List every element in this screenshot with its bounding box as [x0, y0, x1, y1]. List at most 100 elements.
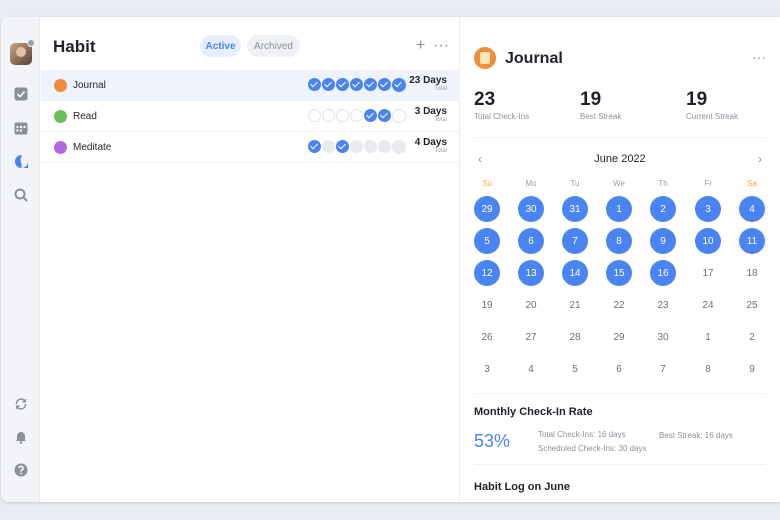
calendar-day[interactable]: 28 [562, 324, 588, 350]
weekday-label: Sa [747, 179, 757, 188]
calendar-day[interactable]: 1 [606, 196, 632, 222]
calendar-icon[interactable] [12, 119, 30, 137]
stat-value: 19 [580, 89, 602, 110]
checkin-done-icon[interactable] [364, 109, 377, 122]
calendar-day[interactable]: 3 [474, 356, 500, 382]
weekday-label: We [613, 179, 625, 188]
checkin-done-icon[interactable] [336, 78, 349, 91]
calendar-day[interactable]: 22 [606, 292, 632, 318]
checkin-done-icon[interactable] [308, 78, 321, 91]
detail-more-button[interactable]: ··· [752, 49, 766, 65]
habit-name: Meditate [73, 142, 112, 153]
calendar-day[interactable]: 6 [606, 356, 632, 382]
checkin-rate-value: 53% [474, 431, 511, 451]
calendar-day[interactable]: 20 [518, 292, 544, 318]
calendar-day[interactable]: 29 [606, 324, 632, 350]
checkin-empty-icon[interactable] [308, 109, 321, 122]
divider [474, 464, 766, 465]
calendar-day[interactable]: 26 [474, 324, 500, 350]
bell-icon[interactable] [12, 428, 30, 446]
checkin-done-icon[interactable] [308, 140, 321, 153]
habit-days-label: Total [434, 148, 447, 154]
calendar-day[interactable]: 4 [739, 196, 765, 222]
calendar-day[interactable]: 30 [518, 196, 544, 222]
habit-row[interactable]: Journal 23 Days Total [41, 70, 460, 101]
calendar-day[interactable]: 2 [650, 196, 676, 222]
checkin-empty-icon[interactable] [350, 140, 363, 153]
calendar-day[interactable]: 24 [695, 292, 721, 318]
checkin-empty-icon[interactable] [392, 109, 406, 123]
add-habit-button[interactable]: + [416, 37, 425, 55]
checkin-done-icon[interactable] [350, 78, 363, 91]
calendar-day[interactable]: 29 [474, 196, 500, 222]
habit-days-label: Total [434, 117, 447, 123]
calendar-day[interactable]: 8 [606, 228, 632, 254]
help-icon[interactable] [12, 461, 30, 479]
checkin-rate-title: Monthly Check-In Rate [474, 406, 593, 418]
calendar-day[interactable]: 16 [650, 260, 676, 286]
checkin-done-icon[interactable] [378, 78, 391, 91]
calendar-day[interactable]: 30 [650, 324, 676, 350]
calendar-day[interactable]: 5 [562, 356, 588, 382]
meditate-habit-icon [54, 141, 67, 154]
stat-total-checkins: 23 Total Check-Ins [474, 89, 529, 121]
calendar-day[interactable]: 9 [650, 228, 676, 254]
rate-scheduled-checkins: Scheduled Check-Ins: 30 days [538, 444, 647, 453]
more-options-button[interactable]: ··· [433, 37, 449, 55]
calendar-day[interactable]: 15 [606, 260, 632, 286]
calendar-day[interactable]: 23 [650, 292, 676, 318]
calendar-day[interactable]: 7 [650, 356, 676, 382]
tab-active[interactable]: Active [200, 35, 241, 57]
habit-list-panel: Habit Active Archived + ··· Journal 23 Da… [40, 17, 460, 502]
checkin-empty-icon[interactable] [378, 140, 391, 153]
checkin-done-icon[interactable] [392, 78, 406, 92]
calendar-day[interactable]: 2 [739, 324, 765, 350]
calendar-day[interactable]: 17 [695, 260, 721, 286]
calendar-day[interactable]: 9 [739, 356, 765, 382]
calendar-day[interactable]: 11 [739, 228, 765, 254]
calendar-day[interactable]: 19 [474, 292, 500, 318]
calendar-day[interactable]: 4 [518, 356, 544, 382]
calendar-day[interactable]: 25 [739, 292, 765, 318]
checkin-empty-icon[interactable] [322, 140, 335, 153]
habit-icon[interactable] [12, 152, 30, 170]
search-icon[interactable] [12, 186, 30, 204]
habit-detail-panel: Journal ··· 23 Total Check-Ins 19 Best S… [460, 17, 780, 502]
habit-row[interactable]: Meditate 4 Days Total [41, 132, 460, 163]
checkin-done-icon[interactable] [378, 109, 391, 122]
sidebar [1, 17, 40, 502]
calendar-day[interactable]: 7 [562, 228, 588, 254]
calendar-day[interactable]: 14 [562, 260, 588, 286]
habit-total: 4 Days Total [415, 137, 447, 154]
checkin-done-icon[interactable] [336, 140, 349, 153]
checkin-empty-icon[interactable] [336, 109, 349, 122]
calendar-day[interactable]: 10 [695, 228, 721, 254]
checkin-empty-icon[interactable] [322, 109, 335, 122]
checkin-done-icon[interactable] [322, 78, 335, 91]
checkbox-icon[interactable] [12, 85, 30, 103]
calendar-day[interactable]: 13 [518, 260, 544, 286]
calendar-day[interactable]: 27 [518, 324, 544, 350]
checkin-empty-icon[interactable] [364, 140, 377, 153]
sync-icon[interactable] [12, 395, 30, 413]
habit-days-value: 3 Days [414, 106, 447, 117]
checkin-done-icon[interactable] [364, 78, 377, 91]
habit-row[interactable]: Read 3 Days Total [41, 101, 460, 132]
habit-days-value: 4 Days [414, 137, 447, 148]
tab-archived[interactable]: Archived [247, 35, 300, 57]
weekday-label: Th [658, 179, 668, 188]
calendar-day[interactable]: 21 [562, 292, 588, 318]
calendar-day[interactable]: 5 [474, 228, 500, 254]
calendar-day[interactable]: 31 [562, 196, 588, 222]
calendar-day[interactable]: 18 [739, 260, 765, 286]
calendar-next-button[interactable]: › [758, 152, 762, 166]
calendar-day[interactable]: 1 [695, 324, 721, 350]
calendar-day[interactable]: 8 [695, 356, 721, 382]
calendar-day[interactable]: 6 [518, 228, 544, 254]
calendar-prev-button[interactable]: ‹ [478, 152, 482, 166]
calendar-day[interactable]: 3 [695, 196, 721, 222]
habit-days-value: 23 Days [409, 75, 447, 86]
checkin-empty-icon[interactable] [392, 140, 406, 154]
checkin-empty-icon[interactable] [350, 109, 363, 122]
calendar-day[interactable]: 12 [474, 260, 500, 286]
